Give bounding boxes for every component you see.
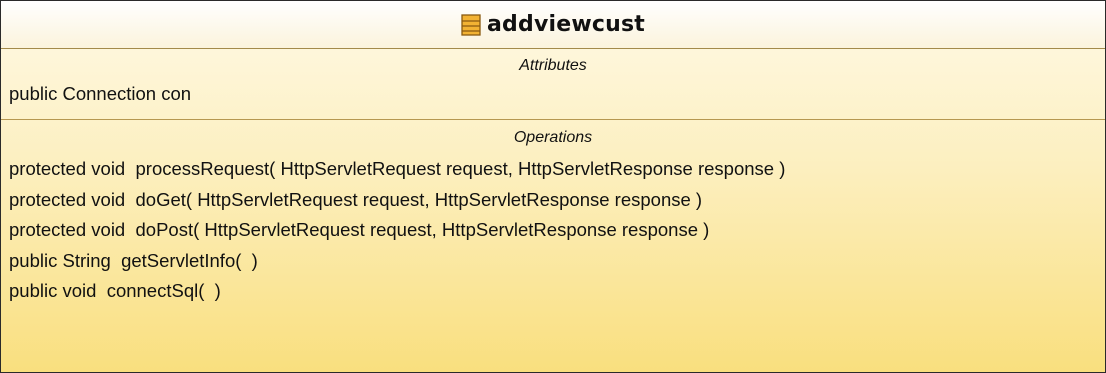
operation-item: public void connectSql( )	[9, 280, 221, 302]
class-header: addviewcust	[1, 1, 1105, 49]
operation-item: public String getServletInfo( )	[9, 249, 258, 271]
operations-title: Operations	[513, 129, 593, 146]
operations-section: Operations protected void processRequest…	[1, 120, 1105, 307]
class-icon	[461, 14, 481, 36]
attribute-item: public Connection con	[9, 83, 192, 104]
operation-item: protected void doPost( HttpServletReques…	[9, 219, 710, 241]
uml-class-box[interactable]: addviewcust Attributes public Connection…	[0, 0, 1106, 373]
operation-item: protected void doGet( HttpServletRequest…	[9, 188, 703, 210]
attributes-section: Attributes public Connection con	[1, 49, 1105, 120]
attributes-title: Attributes	[519, 57, 587, 74]
operation-item: protected void processRequest( HttpServl…	[9, 158, 786, 179]
class-name: addviewcust	[487, 12, 645, 37]
